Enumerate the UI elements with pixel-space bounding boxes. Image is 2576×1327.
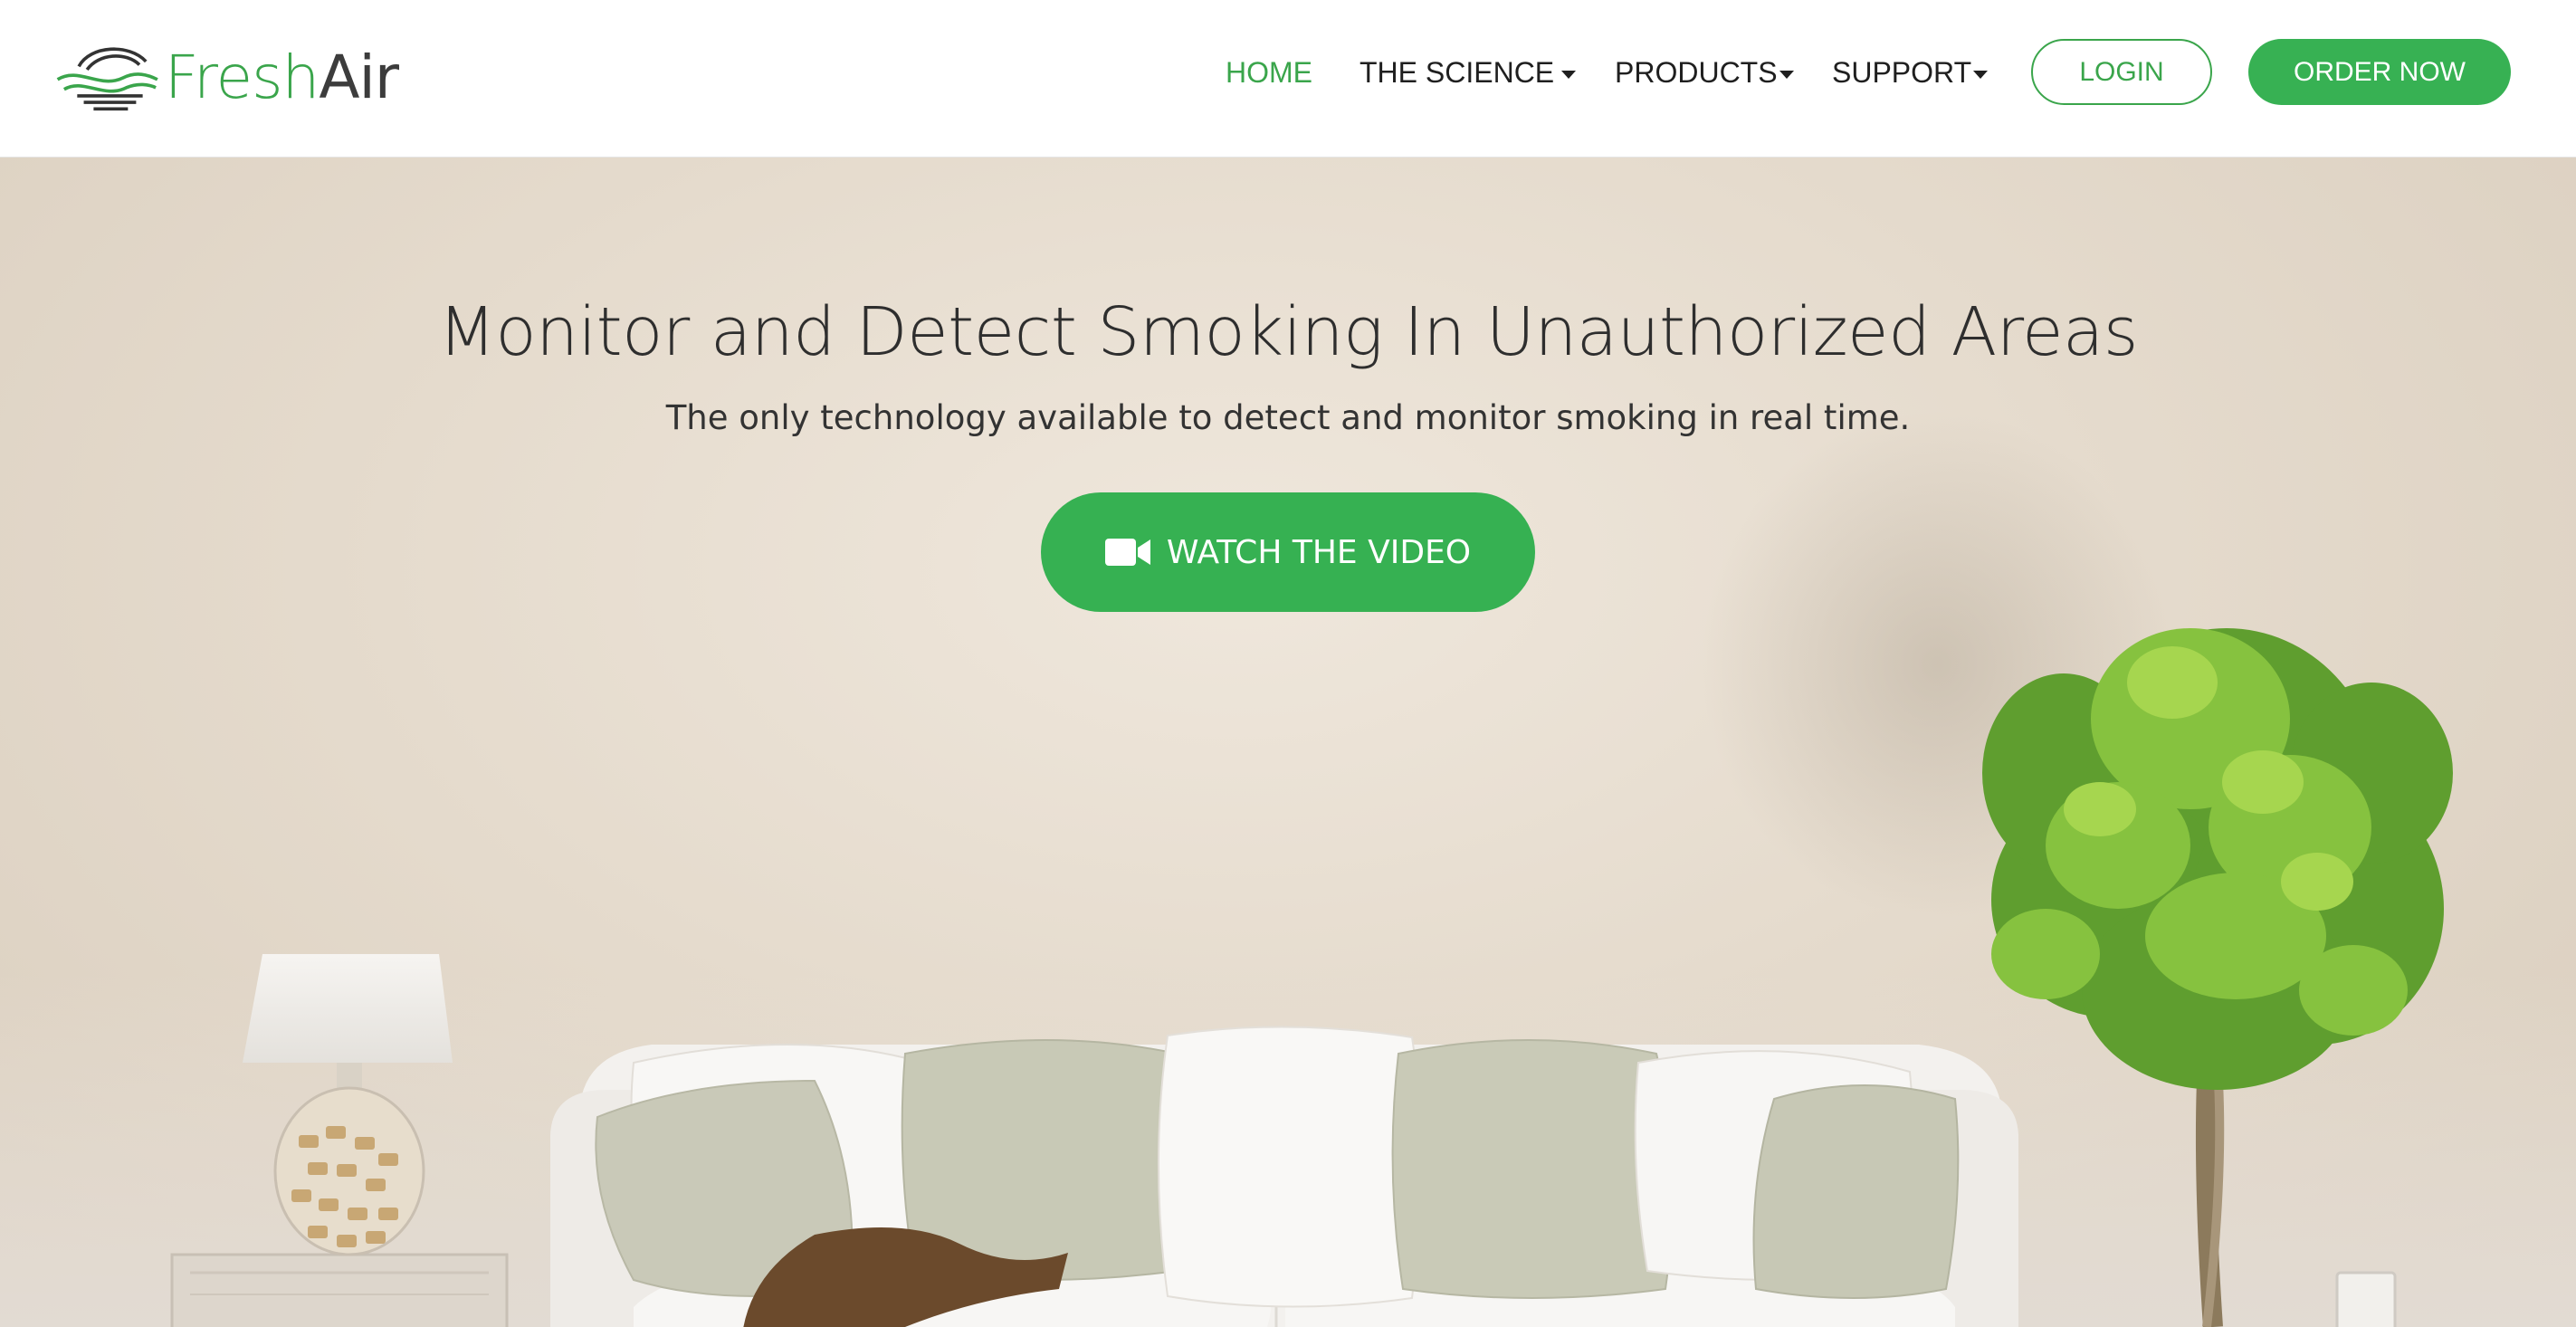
nav-support-label: SUPPORT [1832,56,1972,89]
nav-the-science-label: THE SCIENCE [1360,56,1555,89]
nav-home[interactable]: HOME [1226,56,1312,90]
order-now-button[interactable]: ORDER NOW [2248,39,2511,105]
chevron-down-icon [1779,71,1794,80]
watch-video-label: WATCH THE VIDEO [1166,533,1472,571]
logo-waves-icon [56,47,158,111]
video-camera-icon [1104,539,1150,566]
logo-text-air: Air [319,43,399,112]
hero-section: Monitor and Detect Smoking In Unauthoriz… [0,158,2576,1327]
freshair-logo[interactable]: FreshAir [54,34,399,121]
chevron-down-icon [1561,71,1577,80]
nav-support[interactable]: SUPPORT [1832,56,1989,90]
hero-subtitle: The only technology available to detect … [665,398,1911,437]
logo-text-fresh: Fresh [164,43,320,112]
nav-products-label: PRODUCTS [1615,56,1778,89]
site-header: FreshAir HOME THE SCIENCE PRODUCTS SUPPO… [0,0,2576,158]
sofa-illustration [550,1026,2018,1327]
login-button[interactable]: LOGIN [2031,39,2212,105]
wall-outlet [2335,1271,2397,1327]
nav-the-science[interactable]: THE SCIENCE [1360,56,1577,90]
chevron-down-icon [1973,71,1989,80]
hero-title: Monitor and Detect Smoking In Unauthoriz… [438,293,2138,371]
logo-text: FreshAir [165,48,399,108]
watch-video-button[interactable]: WATCH THE VIDEO [1041,492,1535,612]
nav-products[interactable]: PRODUCTS [1615,56,1794,90]
